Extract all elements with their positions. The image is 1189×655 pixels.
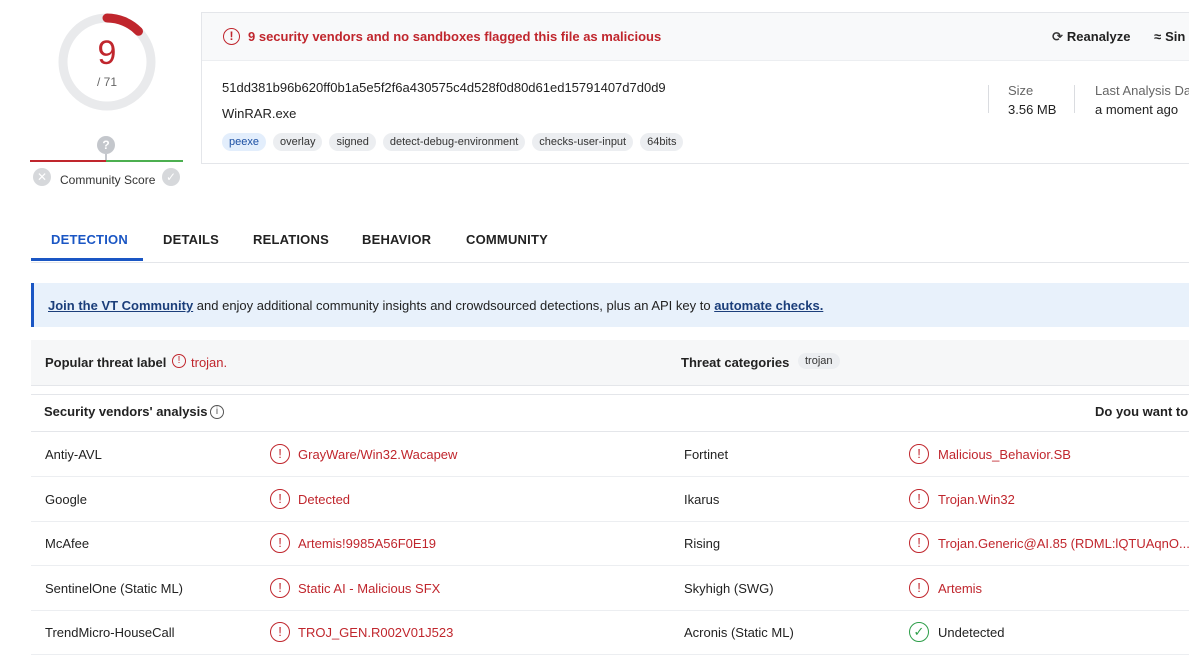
threat-category-tag[interactable]: trojan — [798, 353, 840, 369]
vendor-result: Malicious_Behavior.SB — [938, 447, 1071, 462]
vendor-result: Trojan.Generic@AI.85 (RDML:lQTUAqnO... — [938, 536, 1189, 551]
vendor-result: Trojan.Win32 — [938, 492, 1015, 507]
malicious-icon: ! — [270, 578, 290, 598]
alert-icon: ! — [223, 28, 240, 45]
vendor-result: Static AI - Malicious SFX — [298, 581, 441, 596]
file-tags: peexe overlay signed detect-debug-enviro… — [222, 133, 684, 151]
meta-divider — [988, 85, 989, 113]
vendor-name: TrendMicro-HouseCall — [45, 625, 175, 640]
vendor-name: Ikarus — [684, 492, 720, 507]
undetected-icon: ✓ — [909, 622, 929, 642]
tag-overlay[interactable]: overlay — [272, 133, 323, 151]
malicious-icon: ! — [909, 444, 929, 464]
tab-details[interactable]: DETAILS — [163, 232, 219, 247]
vendors-prompt: Do you want to — [1095, 404, 1189, 419]
vendor-name: Rising — [684, 536, 721, 551]
size-value: 3.56 MB — [1008, 102, 1057, 117]
community-score-label: Community Score — [60, 173, 156, 187]
vendors-header: Security vendors' analysis i Do you want… — [31, 394, 1189, 432]
threat-categories-label: Threat categories — [681, 355, 790, 370]
tag-64bits[interactable]: 64bits — [640, 133, 684, 151]
tag-signed[interactable]: signed — [329, 133, 376, 151]
meta-divider — [1074, 85, 1075, 113]
banner-text: Join the VT Community and enjoy addition… — [48, 298, 824, 313]
file-summary-card: ! 9 security vendors and no sandboxes fl… — [201, 12, 1189, 164]
active-tab-indicator — [31, 258, 143, 261]
threat-summary: Popular threat label ! trojan. Threat ca… — [31, 340, 1189, 386]
malicious-icon: ! — [270, 489, 290, 509]
table-row: SentinelOne (Static ML) ! Static AI - Ma… — [31, 566, 1189, 611]
file-name: WinRAR.exe — [222, 106, 297, 121]
summary-header: ! 9 security vendors and no sandboxes fl… — [202, 13, 1189, 61]
tab-community[interactable]: COMMUNITY — [466, 232, 548, 247]
malicious-icon: ! — [909, 533, 929, 553]
join-community-link[interactable]: Join the VT Community — [48, 298, 193, 313]
table-row: Google ! Detected Ikarus ! Trojan.Win32 — [31, 477, 1189, 522]
report-tabs: DETECTION DETAILS RELATIONS BEHAVIOR COM… — [31, 222, 1189, 263]
table-row: Antiy-AVL ! GrayWare/Win32.Wacapew Forti… — [31, 432, 1189, 477]
vendor-result: TROJ_GEN.R002V01J523 — [298, 625, 454, 640]
vendor-name: SentinelOne (Static ML) — [45, 581, 184, 596]
positive-score-bar — [106, 160, 183, 162]
refresh-icon: ⟳ — [1052, 29, 1063, 44]
file-hash[interactable]: 51dd381b96b620ff0b1a5e5f2f6a430575c4d528… — [222, 80, 666, 95]
info-icon[interactable]: i — [210, 405, 224, 419]
vendor-result: Artemis — [938, 581, 983, 596]
tab-behavior[interactable]: BEHAVIOR — [362, 232, 431, 247]
vendors-title: Security vendors' analysis — [44, 404, 208, 419]
vendor-name: Google — [45, 492, 87, 507]
table-row: McAfee ! Artemis!9985A56F0E19 Rising ! T… — [31, 521, 1189, 566]
malicious-icon: ! — [270, 533, 290, 553]
vendor-result: GrayWare/Win32.Wacapew — [298, 447, 458, 462]
vendor-name: McAfee — [45, 536, 90, 551]
tag-peexe[interactable]: peexe — [222, 133, 266, 151]
vendor-name: Fortinet — [684, 447, 729, 462]
reanalyze-button[interactable]: ⟳ Reanalyze — [1052, 29, 1131, 45]
vendor-name: Skyhigh (SWG) — [684, 581, 774, 596]
detection-alert: 9 security vendors and no sandboxes flag… — [248, 29, 662, 44]
vote-malicious-button[interactable]: ✕ — [33, 168, 51, 186]
vendor-result: Artemis!9985A56F0E19 — [298, 536, 437, 551]
detection-count: 9 — [97, 34, 117, 72]
vote-harmless-button[interactable]: ✓ — [162, 168, 180, 186]
malicious-icon: ! — [270, 622, 290, 642]
popular-threat-label: Popular threat label — [45, 355, 167, 370]
popular-threat-value: trojan. — [191, 355, 228, 370]
community-banner: Join the VT Community and enjoy addition… — [31, 283, 1189, 327]
negative-score-bar — [30, 160, 106, 162]
vendor-name: Antiy-AVL — [45, 447, 102, 462]
vendor-name: Acronis (Static ML) — [684, 625, 794, 640]
malicious-icon: ! — [909, 578, 929, 598]
question-icon: ? — [97, 136, 115, 154]
automate-checks-link[interactable]: automate checks. — [714, 298, 823, 313]
tab-relations[interactable]: RELATIONS — [253, 232, 329, 247]
community-score: ? ✕ Community Score ✓ — [30, 136, 183, 192]
tag-checks-user-input[interactable]: checks-user-input — [532, 133, 634, 151]
similar-button[interactable]: ≈ Sin — [1154, 29, 1185, 44]
detection-score-gauge: 9 / 71 — [55, 10, 159, 114]
tab-detection[interactable]: DETECTION — [51, 232, 128, 247]
size-label: Size — [1008, 83, 1034, 98]
last-analysis-value: a moment ago — [1095, 102, 1179, 117]
table-row: TrendMicro-HouseCall ! TROJ_GEN.R002V01J… — [31, 610, 1189, 655]
threat-alert-icon: ! — [172, 354, 186, 368]
engine-total: / 71 — [96, 75, 117, 89]
tag-detect-debug-environment[interactable]: detect-debug-environment — [382, 133, 526, 151]
last-analysis-label: Last Analysis Da — [1095, 83, 1189, 98]
vendor-result: Detected — [298, 492, 351, 507]
similar-icon: ≈ — [1154, 29, 1162, 44]
vendor-result: Undetected — [938, 625, 1005, 640]
malicious-icon: ! — [909, 489, 929, 509]
malicious-icon: ! — [270, 444, 290, 464]
